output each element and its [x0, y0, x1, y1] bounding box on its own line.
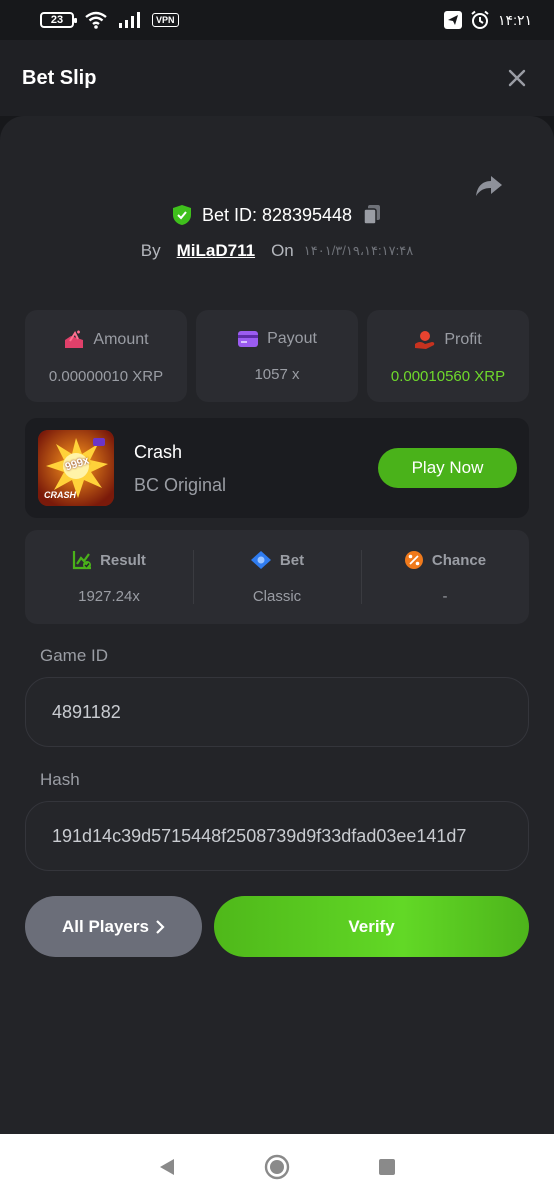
bet-id-row: Bet ID: 828395448 — [0, 204, 554, 226]
payout-icon — [238, 331, 259, 347]
hash-label: Hash — [40, 770, 80, 789]
bet-date: ۱۴۰۱/۳/۱۹،۱۴:۱۷:۴۸ — [303, 243, 414, 258]
home-button[interactable] — [264, 1154, 290, 1180]
game-id-label: Game ID — [40, 646, 109, 665]
close-icon — [508, 69, 526, 87]
game-id-field[interactable]: 4891182 — [25, 677, 529, 747]
game-provider: BC Original — [134, 475, 227, 495]
signal-icon — [119, 12, 140, 28]
result-card: Result 1927.24x Bet Classic Chance - — [25, 530, 529, 624]
alarm-icon — [471, 10, 489, 29]
bet-label: Bet — [279, 551, 305, 569]
copy-icon[interactable] — [362, 204, 382, 226]
result-label: Result — [100, 551, 146, 569]
vpn-badge: VPN — [152, 13, 179, 27]
result-value: 1927.24x — [78, 588, 140, 605]
bet-id: Bet ID: 828395448 — [201, 204, 353, 225]
amount-card: Amount 0.00000010 XRP — [25, 310, 187, 402]
amount-label: Amount — [93, 331, 149, 348]
status-left: 23 VPN — [40, 11, 179, 29]
profit-icon — [415, 331, 435, 349]
hash-field[interactable]: 191d14c39d5715448f2508739d9f33dfad03ee14… — [25, 801, 529, 871]
back-triangle-icon — [160, 1159, 174, 1175]
play-now-button[interactable]: Play Now — [378, 448, 517, 488]
chance-value: - — [442, 588, 448, 605]
game-card: 999x CRASH Crash BC Original Play Now — [25, 418, 529, 518]
recents-button[interactable] — [378, 1158, 396, 1176]
profit-label: Profit — [444, 331, 482, 348]
chance-label: Chance — [431, 551, 487, 569]
back-button[interactable] — [158, 1158, 176, 1176]
amount-value: 0.00000010 XRP — [48, 368, 164, 385]
status-bar: 23 VPN ۱۴:۲۱ — [0, 0, 554, 40]
battery-icon: 23 — [40, 12, 77, 28]
profit-value: 0.00010560 XRP — [390, 368, 506, 385]
chevron-right-icon — [156, 919, 165, 934]
recents-square-icon — [379, 1159, 395, 1175]
payout-value: 1057 x — [254, 366, 300, 383]
bet-meta-row: By MiLaD711 On ۱۴۰۱/۳/۱۹،۱۴:۱۷:۴۸ — [0, 241, 554, 261]
game-name: Crash — [134, 442, 183, 462]
battery-level: 23 — [50, 14, 64, 26]
all-players-button[interactable]: All Players — [25, 896, 202, 957]
payout-card: Payout 1057 x — [196, 310, 358, 402]
share-icon — [476, 176, 502, 196]
game-thumbnail[interactable]: 999x CRASH — [38, 430, 114, 506]
bet-user-link[interactable]: MiLaD711 — [177, 241, 255, 261]
percent-icon — [404, 551, 423, 569]
system-nav-bar — [0, 1134, 554, 1200]
telegram-icon — [444, 11, 463, 29]
payout-label: Payout — [267, 330, 317, 347]
bet-column: Bet Classic — [193, 530, 361, 624]
bet-value: Classic — [252, 588, 302, 605]
close-button[interactable] — [502, 63, 532, 93]
thumb-title: CRASH — [44, 490, 77, 500]
profit-card: Profit 0.00010560 XRP — [367, 310, 529, 402]
shield-check-icon — [172, 205, 191, 225]
amount-icon — [65, 330, 84, 348]
result-column: Result 1927.24x — [25, 530, 193, 624]
verify-button[interactable]: Verify — [214, 896, 529, 957]
share-button[interactable] — [474, 172, 504, 202]
on-label: On — [271, 241, 294, 260]
wifi-icon — [85, 11, 107, 29]
chance-column: Chance - — [361, 530, 529, 624]
clock: ۱۴:۲۱ — [498, 11, 532, 28]
header: Bet Slip — [0, 40, 554, 116]
bet-slip-sheet: Bet ID: 828395448 By MiLaD711 On ۱۴۰۱/۳/… — [0, 116, 554, 1134]
home-circle-icon — [264, 1154, 290, 1180]
all-players-label: All Players — [62, 916, 149, 936]
status-right: ۱۴:۲۱ — [444, 10, 532, 30]
by-label: By — [140, 241, 161, 260]
ticket-icon — [250, 551, 271, 569]
page-title: Bet Slip — [22, 66, 97, 89]
chart-up-icon — [72, 551, 92, 570]
